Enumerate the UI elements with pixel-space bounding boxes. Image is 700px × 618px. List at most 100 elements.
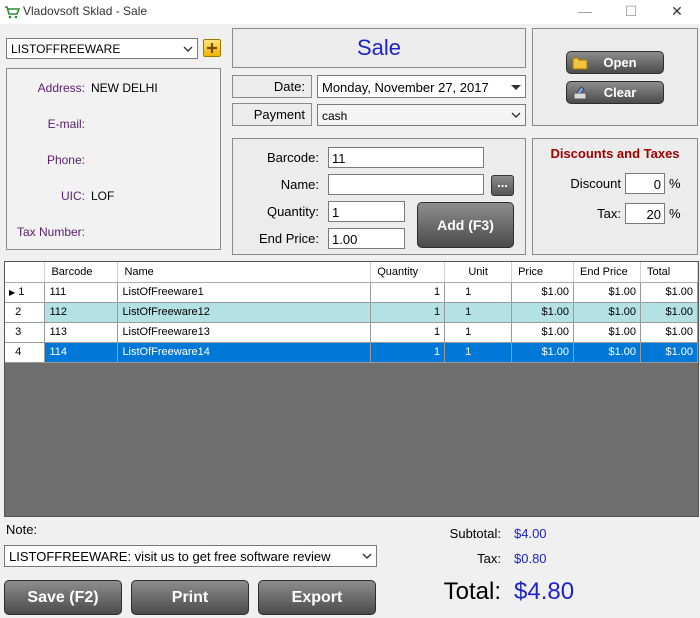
sale-header: Sale [232,28,526,68]
cell-total[interactable]: $1.00 [640,302,699,323]
uic-label: UIC: [61,189,85,203]
date-label-box: Date: [232,75,312,98]
clear-button[interactable]: Clear [566,81,664,104]
column-header[interactable]: Price [511,262,575,283]
barcode-label: Barcode: [266,150,319,165]
current-row-arrow-icon: ▶ [9,288,16,297]
column-header[interactable]: End Price [573,262,641,283]
address-value: NEW DELHI [91,81,158,95]
cell-barcode[interactable]: 112 [44,302,119,323]
table-header-row: Barcode Name Quantity Unit Price End Pri… [5,262,699,283]
open-button-label: Open [603,55,637,70]
discounts-panel: Discounts and Taxes Discount 0 % Tax: 20… [532,138,698,255]
cell-unit[interactable]: 1 [444,342,513,363]
payment-label-box: Payment [232,103,312,126]
column-header[interactable]: Quantity [370,262,446,283]
cell-name[interactable]: ListOfFreeware14 [117,342,372,363]
chevron-down-icon [511,85,521,90]
cell-barcode[interactable]: 113 [44,322,119,343]
customer-details-panel: Address: NEW DELHI E-mail: Phone: UIC: L… [6,68,221,250]
date-picker[interactable]: Monday, November 27, 2017 [317,75,526,98]
cell-end-price[interactable]: $1.00 [573,322,641,343]
cell-unit[interactable]: 1 [444,282,513,303]
date-value: Monday, November 27, 2017 [322,80,489,95]
total-label: Total: [443,578,501,605]
cell-total[interactable]: $1.00 [640,282,699,303]
email-label: E-mail: [47,117,85,131]
column-header[interactable]: Total [640,262,699,283]
document-actions-panel: Open Clear [532,28,698,126]
column-header[interactable]: Name [117,262,372,283]
cell-end-price[interactable]: $1.00 [573,302,641,323]
add-item-button[interactable]: Add (F3) [417,202,514,248]
discounts-title: Discounts and Taxes [550,146,680,161]
clear-button-label: Clear [603,85,637,100]
discount-input[interactable]: 0 [625,173,665,194]
close-button[interactable]: ✕ [654,0,700,24]
cell-end-price[interactable]: $1.00 [573,282,641,303]
cell-quantity[interactable]: 1 [370,282,446,303]
end-price-input[interactable]: 1.00 [328,228,405,249]
quantity-label: Quantity: [266,204,319,219]
table-row-selected[interactable]: 4 114 ListOfFreeware14 1 1 $1.00 $1.00 $… [5,342,699,363]
plus-icon [207,43,217,53]
tax-total-label: Tax: [477,551,501,566]
row-header[interactable]: 2 [5,302,46,323]
end-price-label: End Price: [259,231,319,246]
chevron-down-icon [183,46,193,52]
cell-unit[interactable]: 1 [444,302,513,323]
cell-total[interactable]: $1.00 [640,342,699,363]
cell-quantity[interactable]: 1 [370,322,446,343]
browse-product-button[interactable]: ... [491,175,514,196]
print-button[interactable]: Print [131,580,249,615]
name-input[interactable] [328,174,484,195]
cell-price[interactable]: $1.00 [511,342,575,363]
cell-name[interactable]: ListOfFreeware12 [117,302,372,323]
column-header[interactable]: Barcode [44,262,119,283]
items-grid[interactable]: Barcode Name Quantity Unit Price End Pri… [4,261,699,517]
save-button[interactable]: Save (F2) [4,580,122,615]
chevron-down-icon [362,553,372,559]
cell-name[interactable]: ListOfFreeware1 [117,282,372,303]
window-title: Vladovsoft Sklad - Sale [23,4,148,18]
discount-unit: % [669,176,681,191]
column-header[interactable]: Unit [444,262,513,283]
cell-quantity[interactable]: 1 [370,302,446,323]
table-row[interactable]: 3 113 ListOfFreeware13 1 1 $1.00 $1.00 $… [5,322,699,343]
minimize-button[interactable]: — [562,0,608,24]
table-row[interactable]: 2 112 ListOfFreeware12 1 1 $1.00 $1.00 $… [5,302,699,323]
add-customer-button[interactable] [203,39,221,57]
tax-total-value: $0.80 [514,551,547,566]
tax-input[interactable]: 20 [625,203,665,224]
cell-quantity[interactable]: 1 [370,342,446,363]
cell-price[interactable]: $1.00 [511,302,575,323]
cell-price[interactable]: $1.00 [511,282,575,303]
tax-number-label: Tax Number: [16,225,85,239]
note-select[interactable]: LISTOFFREEWARE: visit us to get free sof… [4,545,377,567]
row-header[interactable]: ▶ 1 [5,282,46,303]
barcode-input[interactable]: 11 [328,147,484,168]
tax-unit: % [669,206,681,221]
export-button[interactable]: Export [258,580,376,615]
cell-name[interactable]: ListOfFreeware13 [117,322,372,343]
cell-barcode[interactable]: 111 [44,282,119,303]
cell-unit[interactable]: 1 [444,322,513,343]
cell-total[interactable]: $1.00 [640,322,699,343]
payment-label: Payment [253,107,305,122]
cell-end-price[interactable]: $1.00 [573,342,641,363]
table-row[interactable]: ▶ 1 111 ListOfFreeware1 1 1 $1.00 $1.00 … [5,282,699,303]
row-header[interactable]: 3 [5,322,46,343]
row-header[interactable]: 4 [5,342,46,363]
maximize-button[interactable]: ☐ [608,0,654,24]
open-button[interactable]: Open [566,51,664,74]
customer-select[interactable]: LISTOFFREEWARE [6,38,198,59]
payment-select[interactable]: cash [317,104,526,126]
cell-barcode[interactable]: 114 [44,342,119,363]
note-label: Note: [6,522,38,537]
uic-value: LOF [91,189,115,203]
subtotal-label: Subtotal: [449,526,501,541]
total-value: $4.80 [514,578,575,605]
chevron-down-icon [511,112,521,118]
cell-price[interactable]: $1.00 [511,322,575,343]
quantity-input[interactable]: 1 [328,201,405,222]
